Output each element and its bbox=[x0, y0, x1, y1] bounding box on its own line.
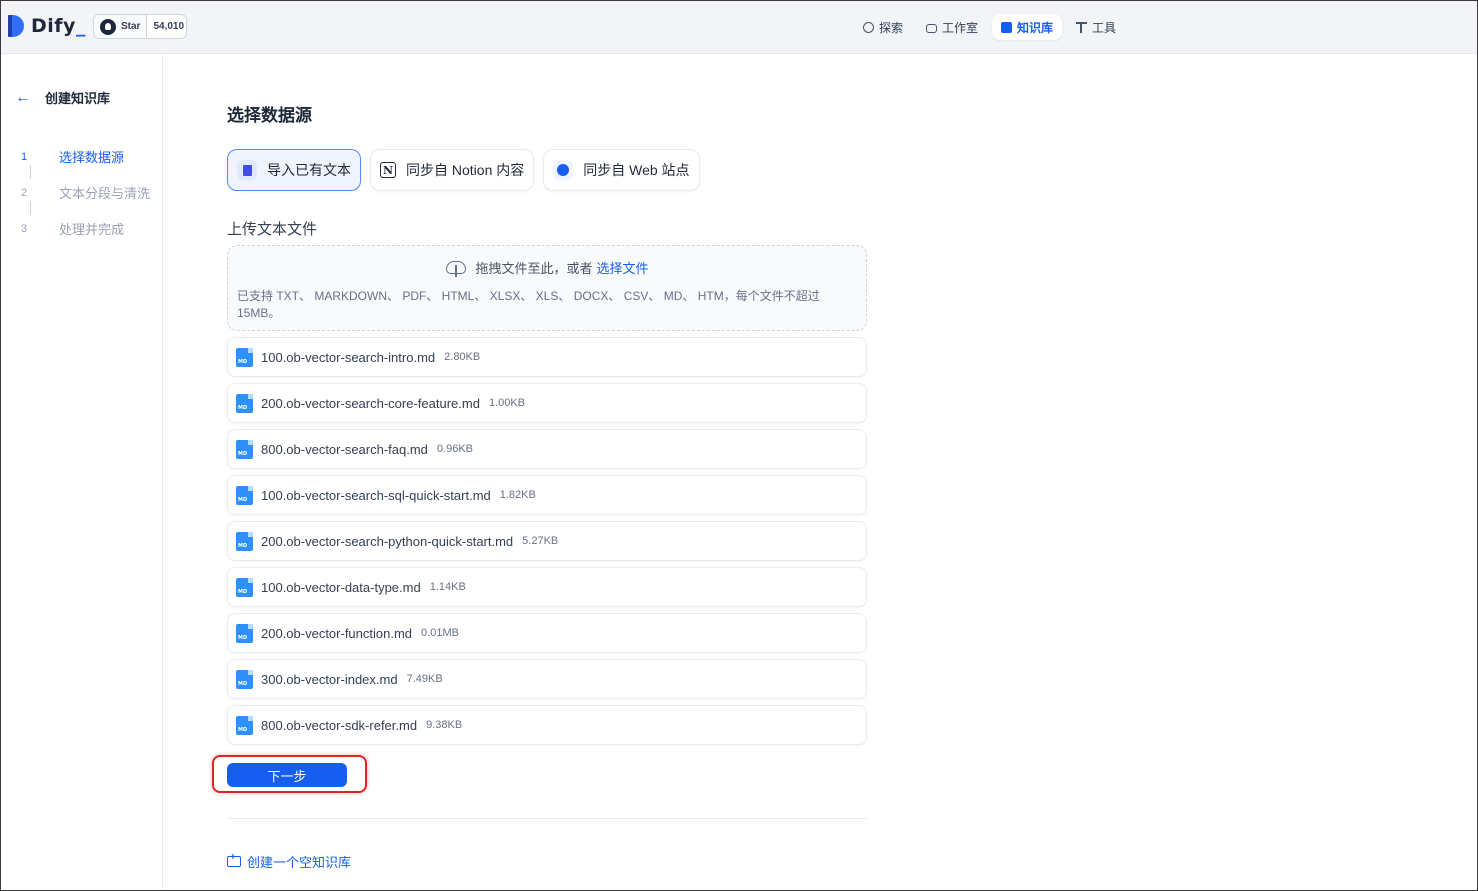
file-size: 2.80KB bbox=[444, 351, 481, 363]
sidebar-title: 创建知识库 bbox=[45, 91, 111, 106]
markdown-file-icon bbox=[236, 669, 253, 689]
github-star-button[interactable]: Star 54,010 bbox=[93, 14, 187, 39]
file-item[interactable]: 100.ob-vector-data-type.md 1.14KB bbox=[227, 567, 867, 607]
data-source-tabs: 导入已有文本 N 同步自 Notion 内容 同步自 Web 站点 bbox=[227, 149, 709, 191]
file-name: 100.ob-vector-search-intro.md bbox=[261, 349, 436, 365]
dify-logo-mark bbox=[8, 15, 24, 37]
select-file-link[interactable]: 选择文件 bbox=[597, 258, 649, 277]
markdown-file-icon bbox=[236, 439, 253, 459]
file-name: 100.ob-vector-data-type.md bbox=[261, 579, 421, 595]
tab-sync-web[interactable]: 同步自 Web 站点 bbox=[543, 149, 700, 191]
markdown-file-icon bbox=[236, 485, 253, 505]
file-item[interactable]: 200.ob-vector-search-python-quick-start.… bbox=[227, 521, 867, 561]
explore-icon bbox=[863, 21, 874, 33]
step-label: 处理并完成 bbox=[59, 222, 125, 237]
markdown-file-icon bbox=[236, 623, 253, 643]
knowledge-icon bbox=[1001, 21, 1013, 33]
file-size: 9.38KB bbox=[426, 719, 463, 731]
file-name: 300.ob-vector-index.md bbox=[261, 671, 398, 687]
file-item[interactable]: 200.ob-vector-search-core-feature.md 1.0… bbox=[227, 383, 867, 423]
file-size: 5.27KB bbox=[522, 535, 559, 547]
file-name: 800.ob-vector-search-faq.md bbox=[261, 441, 428, 457]
upload-cloud-icon bbox=[445, 259, 467, 277]
drop-text: 拖拽文件至此，或者 bbox=[475, 261, 593, 276]
file-dropzone[interactable]: 拖拽文件至此，或者 选择文件 已支持 TXT、 MARKDOWN、 PDF、 H… bbox=[227, 245, 867, 331]
file-item[interactable]: 300.ob-vector-index.md 7.49KB bbox=[227, 659, 867, 699]
markdown-file-icon bbox=[236, 715, 253, 735]
step-connector bbox=[30, 165, 31, 179]
step-label: 文本分段与清洗 bbox=[59, 186, 151, 201]
step-connector bbox=[30, 201, 31, 215]
step-number: 3 bbox=[20, 222, 28, 235]
top-bar: Dify_ Star 54,010 探索 工作室 知识库 工具 bbox=[1, 1, 1477, 54]
github-star-label: Star bbox=[121, 21, 141, 32]
markdown-file-icon bbox=[236, 577, 253, 597]
file-item[interactable]: 100.ob-vector-search-sql-quick-start.md … bbox=[227, 475, 867, 515]
file-name: 800.ob-vector-sdk-refer.md bbox=[261, 717, 418, 733]
file-size: 0.01MB bbox=[421, 627, 459, 639]
create-empty-knowledge-link[interactable]: 创建一个空知识库 bbox=[227, 852, 351, 871]
sidebar: ← 创建知识库 1 选择数据源 2 文本分段与清洗 3 处理并完成 bbox=[1, 54, 163, 890]
file-name: 200.ob-vector-function.md bbox=[261, 625, 413, 641]
nav-tools[interactable]: 工具 bbox=[1067, 14, 1125, 40]
logo-text: Dify_ bbox=[31, 15, 86, 37]
page-title: 选择数据源 bbox=[227, 106, 312, 125]
main-nav: 探索 工作室 知识库 工具 bbox=[854, 14, 1130, 40]
markdown-file-icon bbox=[236, 531, 253, 551]
file-size: 1.00KB bbox=[488, 397, 526, 409]
file-text-icon bbox=[237, 160, 257, 180]
file-item[interactable]: 800.ob-vector-search-faq.md 0.96KB bbox=[227, 429, 867, 469]
nav-studio[interactable]: 工作室 bbox=[917, 14, 987, 40]
notion-icon: N bbox=[380, 162, 396, 178]
file-name: 100.ob-vector-search-sql-quick-start.md bbox=[261, 487, 491, 503]
file-size: 1.14KB bbox=[429, 581, 466, 593]
studio-icon bbox=[926, 23, 938, 33]
file-size: 0.96KB bbox=[436, 443, 474, 455]
arrow-left-icon[interactable]: ← bbox=[15, 89, 33, 107]
file-name: 200.ob-vector-search-core-feature.md bbox=[261, 395, 480, 411]
markdown-file-icon bbox=[236, 347, 253, 367]
step-number: 2 bbox=[20, 186, 28, 199]
step-number: 1 bbox=[20, 150, 28, 163]
file-list: 100.ob-vector-search-intro.md 2.80KB 200… bbox=[227, 337, 867, 751]
back-to-knowledge[interactable]: ← 创建知识库 bbox=[15, 88, 110, 107]
step-3: 3 处理并完成 bbox=[18, 219, 124, 238]
upload-hint: 已支持 TXT、 MARKDOWN、 PDF、 HTML、 XLSX、 XLS、… bbox=[237, 289, 820, 320]
nav-explore[interactable]: 探索 bbox=[854, 14, 912, 40]
markdown-file-icon bbox=[236, 393, 253, 413]
divider bbox=[227, 818, 867, 819]
tab-sync-notion[interactable]: N 同步自 Notion 内容 bbox=[370, 149, 535, 191]
tab-import-text[interactable]: 导入已有文本 bbox=[227, 149, 361, 191]
github-icon bbox=[100, 18, 116, 35]
file-item[interactable]: 100.ob-vector-search-intro.md 2.80KB bbox=[227, 337, 867, 377]
github-star-count: 54,010 bbox=[153, 21, 185, 32]
dify-logo[interactable]: Dify_ bbox=[8, 15, 86, 37]
step-1: 1 选择数据源 bbox=[18, 147, 124, 166]
file-size: 1.82KB bbox=[499, 489, 536, 501]
tools-icon bbox=[1076, 21, 1088, 33]
globe-icon bbox=[553, 160, 574, 180]
step-label: 选择数据源 bbox=[59, 150, 125, 165]
file-size: 7.49KB bbox=[406, 673, 443, 685]
nav-knowledge[interactable]: 知识库 bbox=[992, 14, 1063, 40]
file-name: 200.ob-vector-search-python-quick-start.… bbox=[261, 533, 514, 549]
step-2: 2 文本分段与清洗 bbox=[18, 183, 150, 202]
upload-label: 上传文本文件 bbox=[227, 221, 318, 238]
next-step-button[interactable]: 下一步 bbox=[227, 763, 347, 787]
file-item[interactable]: 200.ob-vector-function.md 0.01MB bbox=[227, 613, 867, 653]
file-item[interactable]: 800.ob-vector-sdk-refer.md 9.38KB bbox=[227, 705, 867, 745]
folder-plus-icon bbox=[227, 852, 241, 867]
